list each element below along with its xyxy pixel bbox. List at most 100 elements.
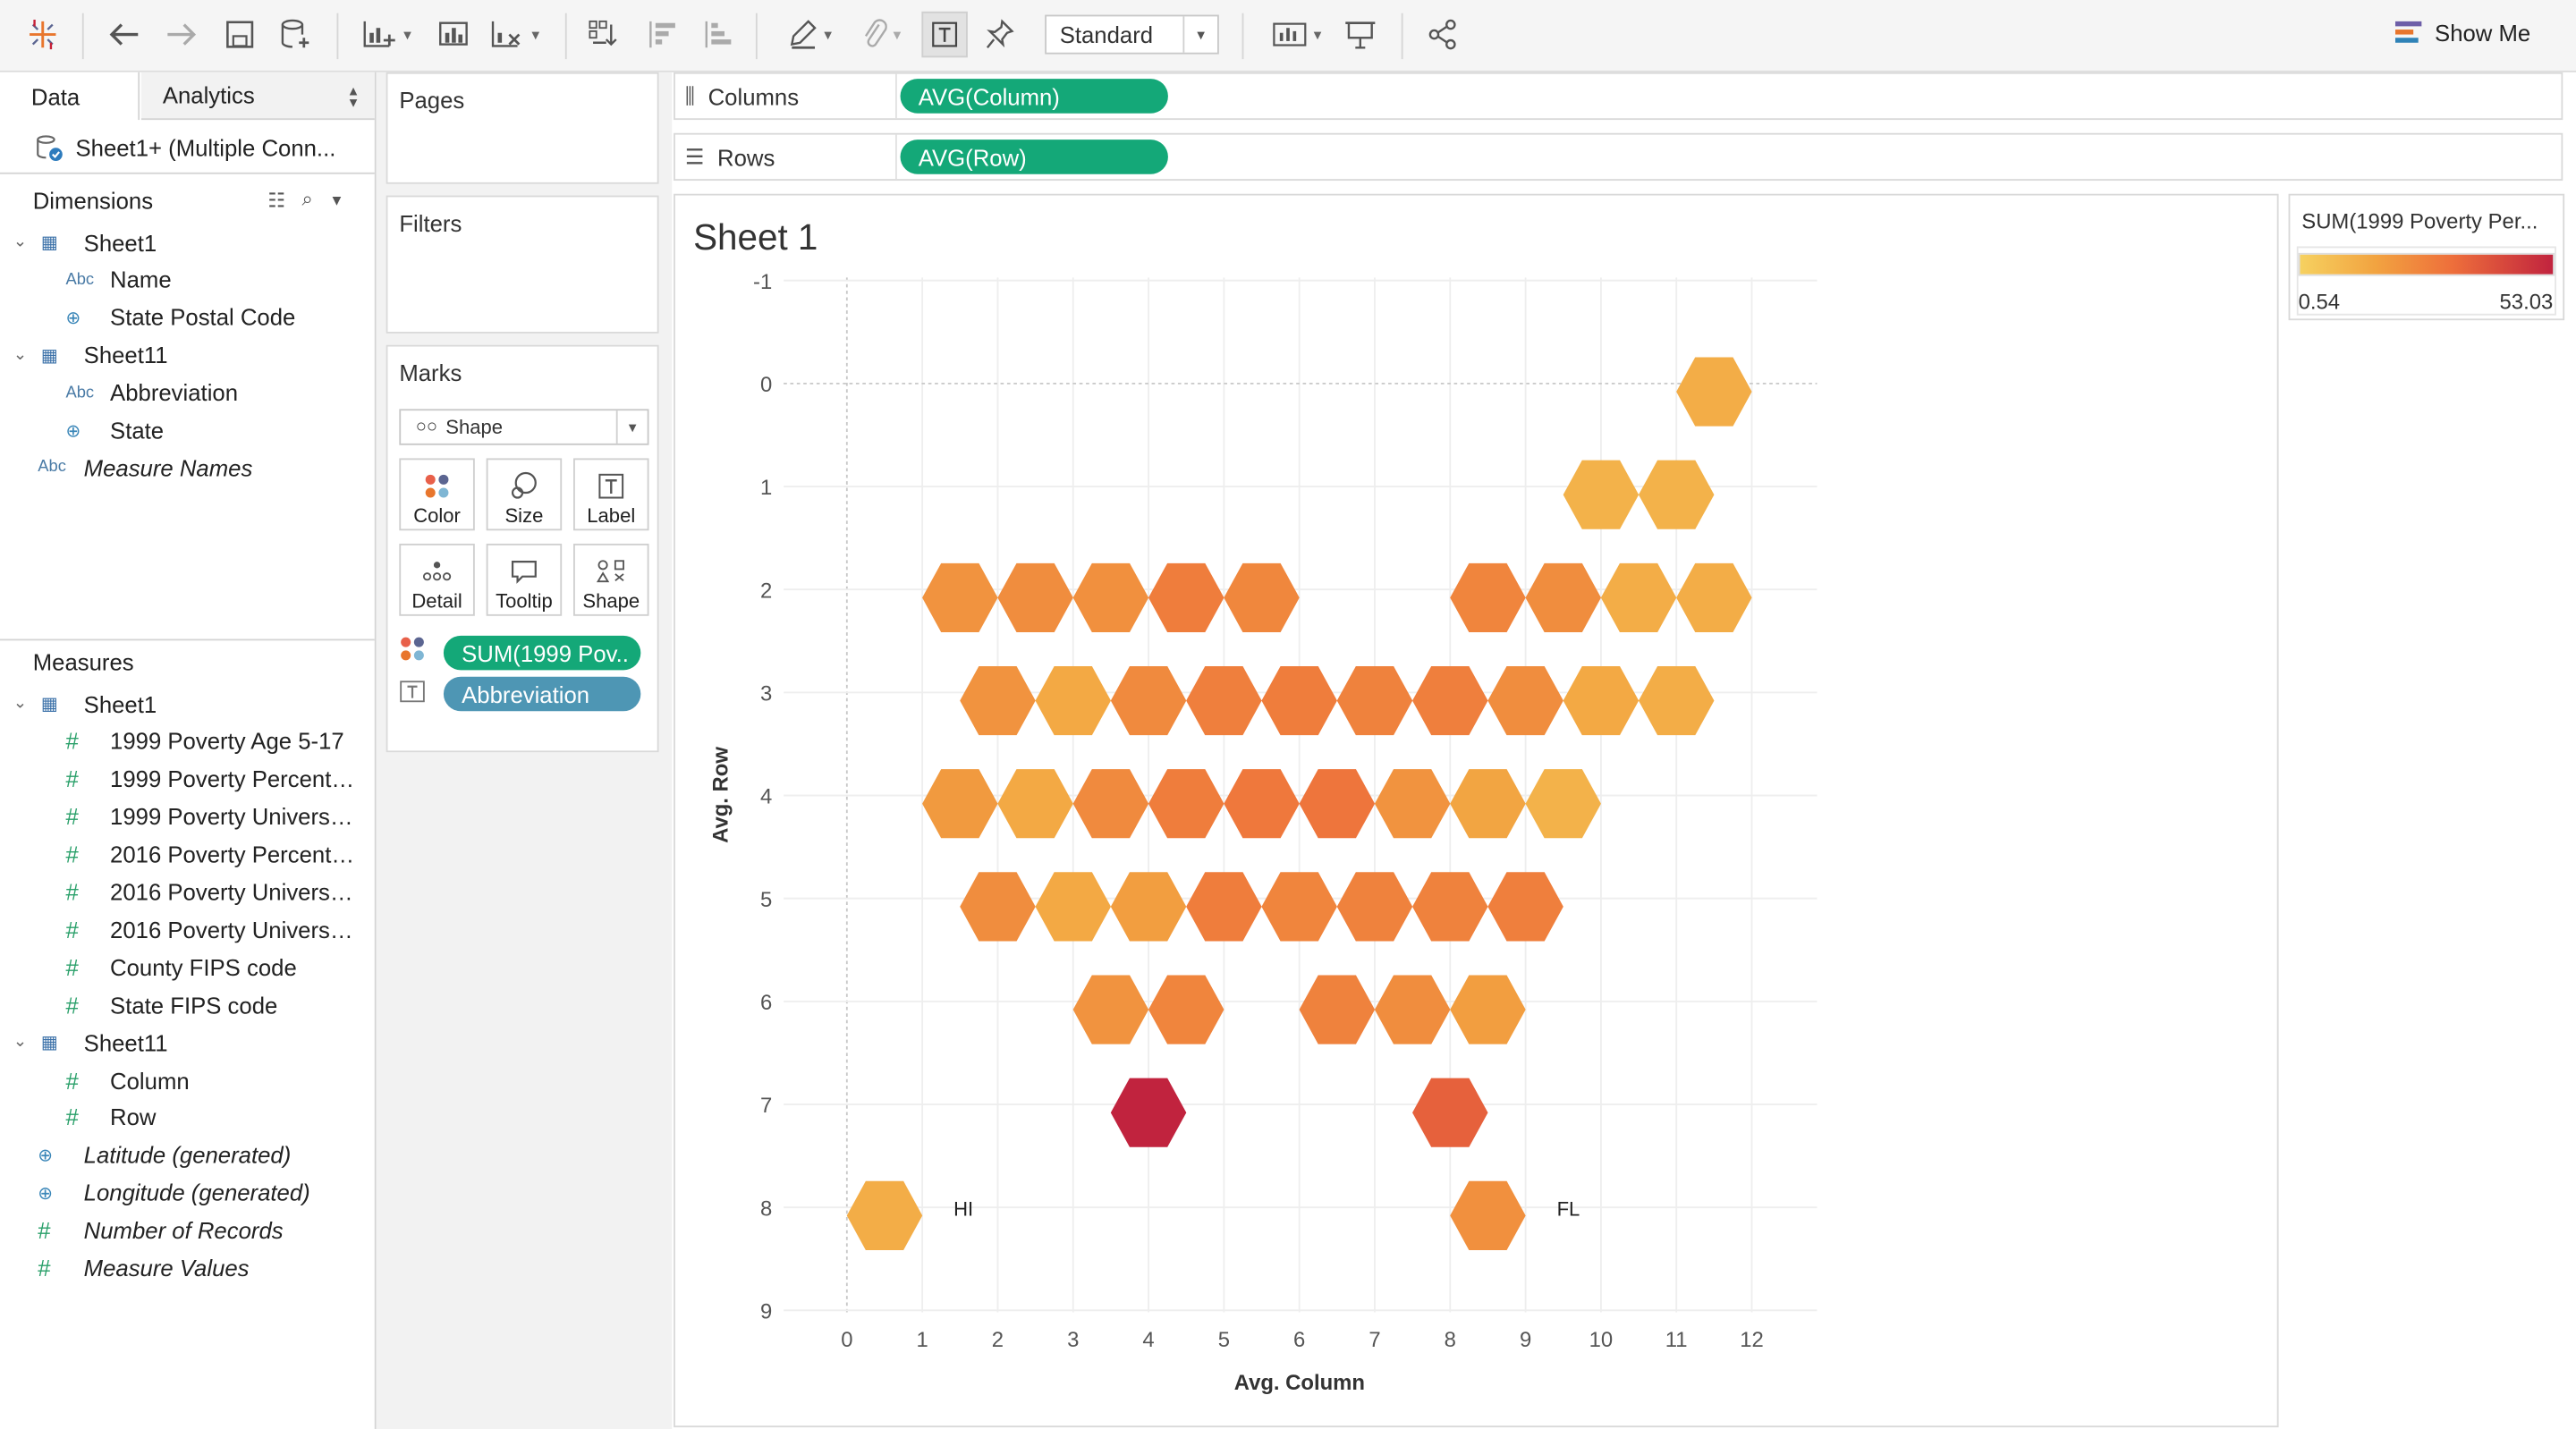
- hex-mark[interactable]: [1336, 872, 1413, 942]
- hex-mark[interactable]: [1110, 1078, 1187, 1147]
- measure-item[interactable]: ⌄ ▦ Sheet11: [0, 1023, 375, 1061]
- group-icon[interactable]: ▼: [851, 13, 913, 56]
- measure-item[interactable]: # Row: [0, 1099, 375, 1137]
- measure-item[interactable]: # Measure Values: [0, 1249, 375, 1287]
- hex-mark[interactable]: [1261, 665, 1337, 736]
- hex-mark[interactable]: [1336, 665, 1413, 736]
- chevron-down-icon[interactable]: ⌄: [13, 695, 27, 713]
- presentation-icon[interactable]: [1339, 13, 1382, 56]
- hex-mark[interactable]: [1110, 872, 1187, 942]
- hex-mark[interactable]: [1412, 665, 1488, 736]
- dimension-item[interactable]: Abc Name: [0, 261, 375, 299]
- rows-shelf[interactable]: ☰ Rows AVG(Row): [674, 132, 2563, 182]
- datasource-item[interactable]: Sheet1+ (Multiple Conn...: [0, 122, 375, 174]
- label-field-pill[interactable]: Abbreviation: [443, 676, 641, 712]
- tableau-logo-icon[interactable]: [23, 13, 63, 56]
- tooltip-button[interactable]: Tooltip: [486, 543, 563, 616]
- chevron-down-icon[interactable]: ⌄: [13, 1033, 27, 1051]
- hex-mark[interactable]: [1487, 665, 1563, 736]
- measure-item[interactable]: #1999 Poverty Percenta...: [0, 760, 375, 798]
- redo-icon[interactable]: [161, 13, 200, 56]
- measure-item[interactable]: #2016 Poverty Percenta...: [0, 835, 375, 873]
- dimension-item[interactable]: Abc Measure Names: [0, 449, 375, 486]
- color-button[interactable]: Color: [399, 458, 475, 531]
- pin-icon[interactable]: [981, 13, 1021, 56]
- columns-shelf[interactable]: ⫼ Columns AVG(Column): [674, 72, 2563, 121]
- hex-mark[interactable]: [922, 769, 998, 839]
- sort-ascending-icon[interactable]: [640, 13, 683, 56]
- new-worksheet-icon[interactable]: ▼: [355, 13, 420, 56]
- measure-item[interactable]: #2016 Poverty Universe,...: [0, 910, 375, 948]
- hex-mark[interactable]: [1563, 665, 1640, 736]
- hex-mark[interactable]: [922, 562, 998, 632]
- detail-button[interactable]: Detail: [399, 543, 475, 616]
- mark-type-select[interactable]: ○○ Shape ▼: [399, 409, 649, 445]
- duplicate-icon[interactable]: [430, 13, 476, 56]
- menu-caret-icon[interactable]: ▼: [329, 191, 343, 207]
- measure-item[interactable]: # Column: [0, 1061, 375, 1099]
- hex-mark[interactable]: [846, 1180, 923, 1250]
- measure-item[interactable]: ⌄ ▦ Sheet1: [0, 685, 375, 723]
- hex-mark[interactable]: [1600, 562, 1677, 632]
- hex-mark[interactable]: [1676, 357, 1752, 427]
- show-labels-icon[interactable]: [921, 11, 968, 58]
- hex-mark[interactable]: [1110, 665, 1187, 736]
- hex-mark[interactable]: [1148, 975, 1224, 1044]
- undo-icon[interactable]: [106, 13, 145, 56]
- hex-mark[interactable]: [1638, 665, 1715, 736]
- share-icon[interactable]: [1423, 13, 1462, 56]
- rows-pill[interactable]: AVG(Row): [900, 140, 1168, 174]
- show-me-button[interactable]: Show Me: [2394, 20, 2530, 46]
- measure-item[interactable]: #1999 Poverty Age 5-17: [0, 723, 375, 760]
- hex-map-chart[interactable]: 0 1 2 3 4 5 6 7 8 9 10 11 12-10123456789Avg. ColumnA…: [675, 196, 2277, 1426]
- hex-mark[interactable]: [1035, 665, 1112, 736]
- hex-mark[interactable]: [960, 872, 1036, 942]
- measure-item[interactable]: #1999 Poverty Universe,...: [0, 798, 375, 835]
- hex-mark[interactable]: [1224, 562, 1300, 632]
- measure-item[interactable]: ⊕ Longitude (generated): [0, 1174, 375, 1212]
- size-button[interactable]: Size: [486, 458, 563, 531]
- sort-descending-icon[interactable]: [697, 13, 740, 56]
- color-legend[interactable]: SUM(1999 Poverty Per... 0.54 53.03: [2288, 193, 2565, 321]
- list-view-icon[interactable]: ☷: [267, 188, 285, 211]
- hex-mark[interactable]: [1412, 1078, 1488, 1147]
- hex-mark[interactable]: [1072, 975, 1149, 1044]
- hex-mark[interactable]: [1525, 562, 1601, 632]
- hex-mark[interactable]: [1224, 769, 1300, 839]
- tab-data[interactable]: Data: [0, 72, 140, 121]
- hex-mark[interactable]: [1563, 460, 1640, 529]
- hex-mark[interactable]: [1450, 975, 1526, 1044]
- measure-item[interactable]: # Number of Records: [0, 1212, 375, 1249]
- measure-item[interactable]: ⊕ Latitude (generated): [0, 1137, 375, 1174]
- hex-mark[interactable]: [1148, 769, 1224, 839]
- new-datasource-icon[interactable]: [276, 13, 316, 56]
- label-button[interactable]: Label: [573, 458, 649, 531]
- tab-analytics[interactable]: Analytics ▲ ▼: [140, 72, 375, 121]
- columns-pill[interactable]: AVG(Column): [900, 79, 1168, 114]
- hex-mark[interactable]: [1374, 975, 1451, 1044]
- hex-mark[interactable]: [1072, 769, 1149, 839]
- hex-mark[interactable]: [1487, 872, 1563, 942]
- hex-mark[interactable]: [997, 562, 1073, 632]
- measure-item[interactable]: # County FIPS code: [0, 948, 375, 985]
- chevron-down-icon[interactable]: ⌄: [13, 346, 27, 364]
- hex-mark[interactable]: [1676, 562, 1752, 632]
- highlight-icon[interactable]: ▼: [779, 13, 844, 56]
- hex-mark[interactable]: [997, 769, 1073, 839]
- hex-mark[interactable]: [1374, 769, 1451, 839]
- dimension-item[interactable]: ⊕ State Postal Code: [0, 299, 375, 336]
- fit-icon[interactable]: ▼: [1265, 13, 1330, 56]
- hex-mark[interactable]: [1299, 769, 1376, 839]
- measure-item[interactable]: # State FIPS code: [0, 985, 375, 1023]
- hex-mark[interactable]: [1450, 769, 1526, 839]
- measure-item[interactable]: #2016 Poverty Universe,...: [0, 873, 375, 910]
- hex-mark[interactable]: [1186, 872, 1262, 942]
- color-field-pill[interactable]: SUM(1999 Pov..: [443, 635, 641, 671]
- hex-mark[interactable]: [1638, 460, 1715, 529]
- hex-mark[interactable]: [1148, 562, 1224, 632]
- hex-mark[interactable]: [1525, 769, 1601, 839]
- filters-shelf[interactable]: Filters: [386, 195, 659, 334]
- shape-button[interactable]: Shape: [573, 543, 649, 616]
- hex-mark[interactable]: [960, 665, 1036, 736]
- view-fit-select[interactable]: Standard ▼: [1045, 14, 1219, 55]
